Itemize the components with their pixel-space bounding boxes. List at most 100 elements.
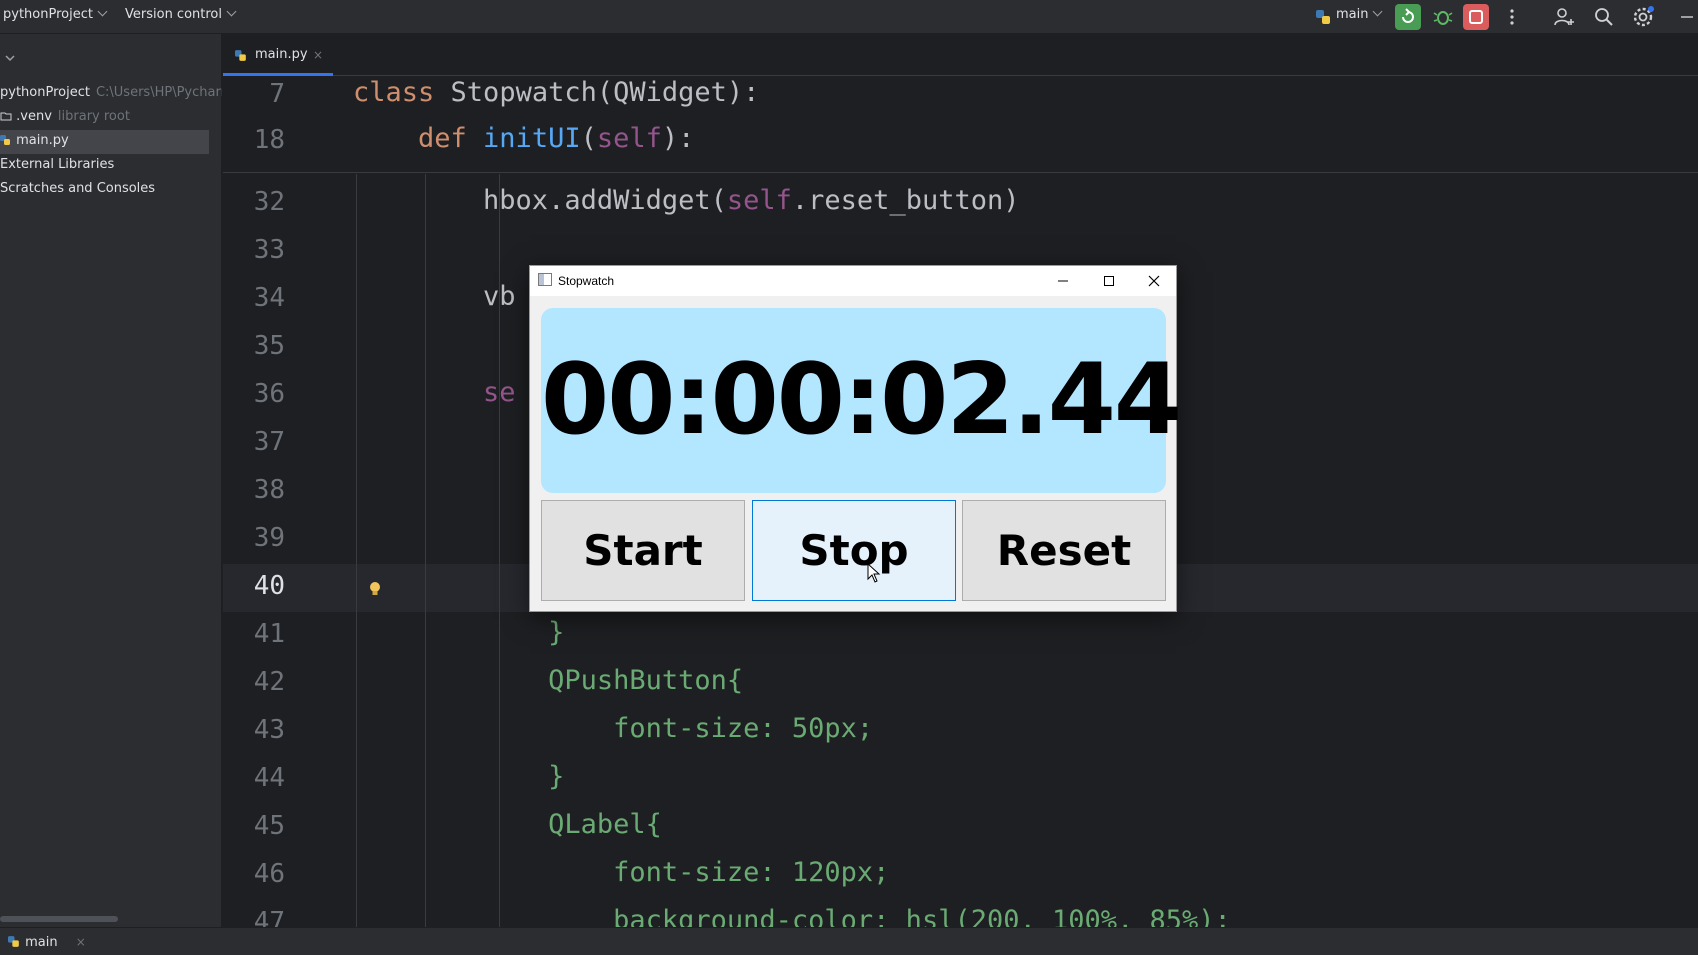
window-minimize-button[interactable] [1041, 266, 1085, 296]
chevron-down-icon[interactable] [4, 52, 16, 64]
lightbulb-icon[interactable] [367, 580, 383, 598]
line-number: 43 [253, 715, 285, 745]
tab-label: main.py [255, 47, 308, 62]
chevron-down-icon [97, 6, 108, 17]
minimize-icon [1058, 280, 1068, 282]
code-token: hbox.addWidget( [353, 185, 727, 216]
add-user-icon [1554, 8, 1574, 26]
more-actions-button[interactable] [1499, 4, 1525, 30]
run-tab-main[interactable]: main × [8, 933, 86, 950]
line-number: 36 [253, 379, 285, 409]
python-file-icon [235, 50, 246, 61]
more-vertical-icon [1510, 9, 1514, 25]
code-with-me-button[interactable] [1551, 4, 1577, 30]
vcs-widget[interactable]: Version control [125, 0, 237, 34]
code-token: ): [661, 123, 695, 154]
external-libraries-label: External Libraries [0, 157, 115, 172]
code-token: self [726, 185, 792, 216]
tree-item-external-libraries[interactable]: External Libraries [0, 154, 222, 176]
window-close-button[interactable] [1132, 266, 1176, 296]
tree-item-main-py[interactable]: main.py [0, 130, 222, 152]
tab-main-py[interactable]: main.py × [223, 34, 333, 76]
line-number: 38 [253, 475, 285, 505]
gear-icon [1633, 6, 1654, 27]
start-button[interactable]: Start [541, 500, 745, 601]
stop-icon [1469, 10, 1483, 24]
scratches-label: Scratches and Consoles [0, 181, 156, 196]
code-line[interactable]: vb [353, 281, 516, 312]
settings-button[interactable] [1630, 4, 1656, 30]
rerun-button[interactable] [1395, 4, 1421, 30]
tab-close-button[interactable]: × [313, 34, 323, 76]
pycharm-window: pythonProject Version control main pytho… [0, 0, 1698, 955]
chevron-down-icon [1373, 6, 1383, 17]
project-tool-window: pythonProject C:\Users\HP\Pycharm .venv li… [0, 34, 222, 927]
code-line[interactable]: QPushButton{ [353, 665, 743, 696]
tree-item-venv[interactable]: .venv library root [0, 106, 222, 128]
run-tab-close-button[interactable]: × [76, 935, 86, 949]
code-line[interactable]: class Stopwatch(QWidget): [353, 77, 759, 108]
line-number: 7 [269, 79, 285, 109]
vcs-label: Version control [125, 7, 222, 22]
line-number: 37 [253, 427, 285, 457]
code-line[interactable]: hbox.addWidget(self.reset_button) [353, 185, 1019, 216]
python-icon [1316, 10, 1330, 24]
window-app-icon [538, 273, 552, 286]
run-tool-window-bar: main × [0, 927, 1698, 955]
tree-item-project-root[interactable]: pythonProject C:\Users\HP\Pycharm [0, 82, 222, 104]
code-token: QPushButton{ [353, 665, 744, 696]
stopwatch-window: Stopwatch 00:00:02.44 Start Stop Reset [529, 265, 1182, 612]
line-number: 33 [253, 235, 285, 265]
line-number: 18 [253, 125, 285, 155]
code-line[interactable]: font-size: 120px; [353, 857, 889, 888]
window-maximize-button[interactable] [1087, 266, 1131, 296]
code-line[interactable]: def initUI(self): [353, 123, 694, 154]
run-tab-label: main [25, 935, 58, 950]
minimize-icon [1681, 16, 1693, 18]
chevron-down-icon [226, 6, 237, 17]
main-py-label: main.py [16, 133, 69, 148]
search-button[interactable] [1591, 4, 1617, 30]
stopwatch-titlebar[interactable]: Stopwatch [530, 266, 1176, 296]
main-toolbar: pythonProject Version control main [0, 0, 1698, 34]
code-line[interactable]: QLabel{ [353, 809, 662, 840]
project-name: pythonProject [3, 7, 93, 22]
line-number: 32 [253, 187, 285, 217]
code-line[interactable]: font-size: 50px; [353, 713, 873, 744]
project-widget[interactable]: pythonProject [3, 0, 108, 34]
run-config-widget[interactable]: main [1314, 0, 1383, 34]
code-token: QLabel{ [353, 809, 662, 840]
stop-button[interactable]: Stop [752, 500, 956, 601]
venv-note: library root [57, 109, 130, 124]
time-display: 00:00:02.44 [541, 308, 1182, 493]
project-root-label: pythonProject [0, 85, 90, 100]
code-line[interactable]: se [353, 377, 516, 408]
python-file-icon [0, 135, 10, 145]
line-number: 45 [253, 811, 285, 841]
line-number: 42 [253, 667, 285, 697]
tree-item-scratches[interactable]: Scratches and Consoles [0, 178, 222, 200]
code-token: .reset_button) [791, 185, 1020, 216]
code-token: } [353, 761, 565, 792]
close-icon [1148, 275, 1160, 287]
folder-icon [0, 112, 12, 121]
bug-icon [1433, 11, 1453, 25]
stop-run-button[interactable] [1463, 4, 1489, 30]
rerun-icon [1402, 8, 1414, 23]
maximize-icon [1104, 276, 1114, 286]
minimize-ide-button[interactable] [1676, 4, 1698, 30]
code-token: vb [353, 281, 516, 312]
code-line[interactable]: } [353, 617, 564, 648]
reset-button[interactable]: Reset [962, 500, 1166, 601]
code-line[interactable]: } [353, 761, 564, 792]
code-token: class [353, 77, 451, 108]
line-number: 34 [253, 283, 285, 313]
line-number: 46 [253, 859, 285, 889]
stopwatch-title: Stopwatch [558, 274, 615, 288]
horizontal-scrollbar[interactable] [0, 916, 118, 922]
debug-button[interactable] [1430, 4, 1456, 30]
sticky-lines: 7 class Stopwatch(QWidget): 18 def initUI(… [223, 77, 1698, 173]
venv-label: .venv [16, 109, 52, 124]
python-icon [8, 936, 19, 947]
code-token: ( [580, 123, 597, 154]
